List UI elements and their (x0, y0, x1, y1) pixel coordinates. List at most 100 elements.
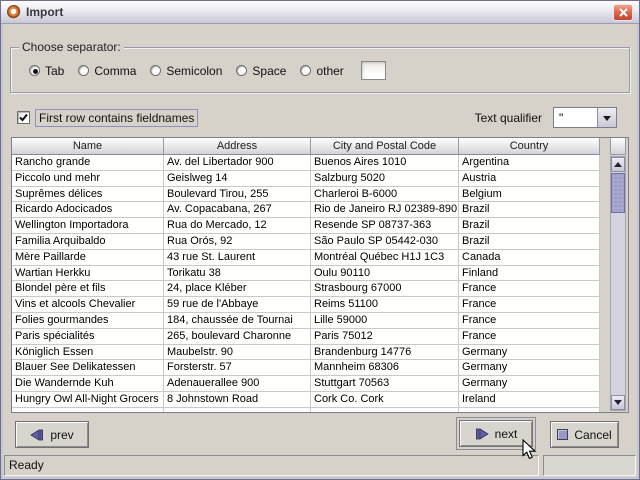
separator-group: Choose separator: TabCommaSemicolonSpace… (10, 47, 630, 93)
first-row-checkbox[interactable] (17, 111, 30, 124)
default-button-ring: next (456, 417, 536, 450)
table-cell: Montréal Québec H1J 1C3 (311, 250, 459, 265)
table-row[interactable]: Wartian HerkkuTorikatu 38Oulu 90110Finla… (12, 266, 600, 282)
options-row: First row contains fieldnames Text quali… (17, 106, 617, 129)
table-cell: Germany (459, 376, 600, 391)
radio-label: Tab (45, 64, 64, 78)
column-header[interactable]: Address (164, 138, 311, 155)
table-cell: Maubelstr. 90 (164, 345, 311, 360)
table-cell: Rua do Mercado, 12 (164, 218, 311, 233)
table-row[interactable]: Folies gourmandes184, chaussée de Tourna… (12, 313, 600, 329)
next-icon (475, 428, 489, 440)
table-row[interactable]: Blauer See DelikatessenForsterstr. 57Man… (12, 360, 600, 376)
table-cell: Blauer See Delikatessen (12, 360, 164, 375)
table-row[interactable]: Suprêmes délicesBoulevard Tirou, 255Char… (12, 187, 600, 203)
statusbar: Ready (4, 455, 636, 476)
radio-other[interactable]: other (300, 64, 343, 78)
close-button[interactable] (613, 4, 633, 21)
table-cell: Paris 75012 (311, 329, 459, 344)
table-row[interactable]: Hungry Owl All-Night Grocers8 Johnstown … (12, 392, 600, 408)
table-cell: Av. del Libertador 900 (164, 155, 311, 170)
table-cell (12, 408, 164, 412)
table-cell: Belgium (459, 187, 600, 202)
data-table: NameAddressCity and Postal CodeCountry R… (11, 137, 629, 413)
table-row[interactable]: Ricardo AdocicadosAv. Copacabana, 267Rio… (12, 202, 600, 218)
table-cell: Geislweg 14 (164, 171, 311, 186)
scrollbar-thumb[interactable] (611, 173, 625, 213)
radio-tab[interactable]: Tab (29, 64, 64, 78)
column-header[interactable]: City and Postal Code (311, 138, 459, 155)
scroll-up-button[interactable] (611, 157, 625, 172)
table-cell: Folies gourmandes (12, 313, 164, 328)
text-qualifier-label: Text qualifier (475, 111, 542, 125)
table-row[interactable]: Die Wandernde KuhAdenauerallee 900Stuttg… (12, 376, 600, 392)
titlebar[interactable]: Import (1, 1, 639, 24)
table-cell: Ireland (459, 392, 600, 407)
table-cell (311, 408, 459, 412)
table-cell: Rio de Janeiro RJ 02389-890 (311, 202, 459, 217)
table-row[interactable]: Paris spécialités265, boulevard Charonne… (12, 329, 600, 345)
first-row-checkbox-label[interactable]: First row contains fieldnames (35, 109, 198, 127)
table-cell: 24, place Kléber (164, 281, 311, 296)
table-cell (164, 408, 311, 412)
radio-space[interactable]: Space (236, 64, 286, 78)
table-cell: Brazil (459, 202, 600, 217)
table-row[interactable]: Königlich EssenMaubelstr. 90Brandenburg … (12, 345, 600, 361)
table-cell: Salzburg 5020 (311, 171, 459, 186)
table-cell: Stuttgart 70563 (311, 376, 459, 391)
table-header: NameAddressCity and Postal CodeCountry (12, 138, 628, 155)
table-row[interactable]: Piccolo und mehrGeislweg 14Salzburg 5020… (12, 171, 600, 187)
table-cell (459, 408, 600, 412)
scroll-down-button[interactable] (611, 395, 625, 410)
cancel-button-label: Cancel (574, 428, 611, 442)
radio-label: other (316, 64, 343, 78)
prev-button[interactable]: prev (15, 421, 89, 448)
scrollbar-area (600, 155, 628, 412)
radio-label: Comma (94, 64, 136, 78)
table-cell: Piccolo und mehr (12, 171, 164, 186)
text-qualifier-select[interactable]: " (553, 107, 617, 128)
table-cell: São Paulo SP 05442-030 (311, 234, 459, 249)
table-cell: France (459, 297, 600, 312)
radio-comma[interactable]: Comma (78, 64, 136, 78)
table-cell: Mère Paillarde (12, 250, 164, 265)
status-panel (543, 455, 636, 476)
table-body: Rancho grandeAv. del Libertador 900Bueno… (12, 155, 600, 412)
cancel-button[interactable]: Cancel (550, 421, 619, 448)
table-row[interactable]: Rancho grandeAv. del Libertador 900Bueno… (12, 155, 600, 171)
table-cell: Rancho grande (12, 155, 164, 170)
window-title: Import (26, 5, 63, 19)
table-cell: Reims 51100 (311, 297, 459, 312)
table-cell: Argentina (459, 155, 600, 170)
column-header[interactable]: Country (459, 138, 600, 155)
header-gap (600, 138, 610, 155)
table-cell: France (459, 313, 600, 328)
vertical-scrollbar[interactable] (610, 156, 626, 411)
chevron-down-icon[interactable] (597, 108, 616, 127)
table-cell: 8 Johnstown Road (164, 392, 311, 407)
separator-group-label: Choose separator: (19, 40, 124, 54)
prev-icon (30, 429, 44, 441)
table-cell: 265, boulevard Charonne (164, 329, 311, 344)
table-cell: Mannheim 68306 (311, 360, 459, 375)
table-row[interactable] (12, 408, 600, 412)
radio-circle-icon (236, 65, 247, 76)
cancel-icon (557, 429, 568, 440)
column-header[interactable]: Name (12, 138, 164, 155)
text-qualifier-group: Text qualifier " (475, 107, 617, 128)
table-cell: Suprêmes délices (12, 187, 164, 202)
radio-circle-icon (150, 65, 161, 76)
check-icon (18, 112, 29, 123)
table-row[interactable]: Vins et alcools Chevalier59 rue de l'Abb… (12, 297, 600, 313)
table-row[interactable]: Mère Paillarde43 rue St. LaurentMontréal… (12, 250, 600, 266)
radio-semicolon[interactable]: Semicolon (150, 64, 222, 78)
table-row[interactable]: Blondel père et fils24, place KléberStra… (12, 281, 600, 297)
table-cell: Av. Copacabana, 267 (164, 202, 311, 217)
table-row[interactable]: Wellington ImportadoraRua do Mercado, 12… (12, 218, 600, 234)
table-cell: Forsterstr. 57 (164, 360, 311, 375)
table-row[interactable]: Familia ArquibaldoRua Orós, 92São Paulo … (12, 234, 600, 250)
separator-options: Tab Comma Semicolon Space other (29, 61, 621, 80)
next-button[interactable]: next (459, 420, 533, 447)
table-cell: Germany (459, 345, 600, 360)
other-separator-input[interactable] (361, 61, 386, 80)
